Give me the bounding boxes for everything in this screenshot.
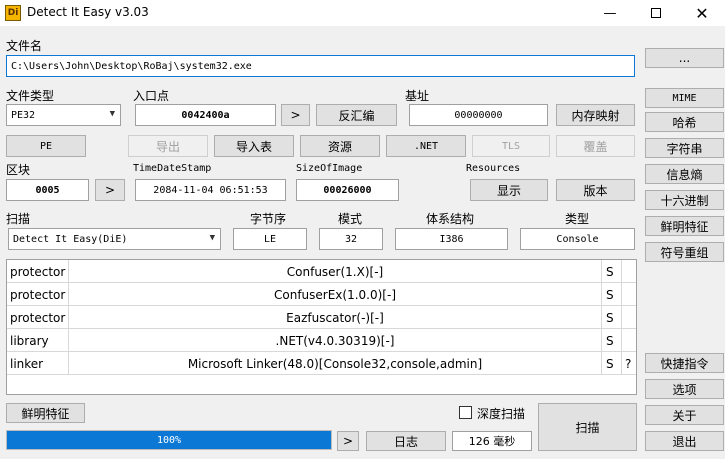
table-row[interactable]: library .NET(v4.0.30319)[-] S <box>7 329 636 352</box>
scan-time-field: 126 毫秒 <box>452 431 532 451</box>
mode-field[interactable]: 32 <box>319 228 383 250</box>
result-signature-flag[interactable]: S <box>602 283 622 306</box>
about-button[interactable]: 关于 <box>645 405 724 425</box>
shortcuts-button[interactable]: 快捷指令 <box>645 353 724 373</box>
app-icon: Di <box>5 5 21 21</box>
result-name: ConfuserEx(1.0.0)[-] <box>69 283 602 306</box>
pe-button[interactable]: PE <box>6 135 86 157</box>
import-button[interactable]: 导入表 <box>214 135 294 157</box>
entropy-button[interactable]: 信息熵 <box>645 164 724 184</box>
result-info-flag[interactable]: ? <box>622 352 636 375</box>
result-signature-flag[interactable]: S <box>602 352 622 375</box>
exit-button[interactable]: 退出 <box>645 431 724 451</box>
sections-label: 区块 <box>6 163 31 177</box>
file-type-select[interactable]: PE32 ▼ <box>6 104 121 126</box>
scan-label: 扫描 <box>6 212 31 226</box>
hash-button[interactable]: 哈希 <box>645 112 724 132</box>
result-type: linker <box>7 352 69 375</box>
result-info-flag[interactable] <box>622 283 636 306</box>
result-info-flag[interactable] <box>622 329 636 352</box>
timestamp-label: TimeDateStamp <box>133 163 212 174</box>
results-table[interactable]: protector Confuser(1.X)[-] S protector C… <box>6 259 637 395</box>
close-icon[interactable]: ✕ <box>679 0 725 26</box>
log-button[interactable]: 日志 <box>366 431 446 451</box>
progress-next-button[interactable]: > <box>337 431 359 451</box>
endianness-label: 字节序 <box>250 212 287 226</box>
deep-scan-label: 深度扫描 <box>477 407 526 421</box>
table-row[interactable]: protector ConfuserEx(1.0.0)[-] S <box>7 283 636 306</box>
mode-label: 模式 <box>338 212 363 226</box>
sections-count-field[interactable]: 0005 <box>6 179 89 201</box>
type-label: 类型 <box>565 212 590 226</box>
result-info-flag[interactable] <box>622 260 636 283</box>
table-row[interactable]: protector Eazfuscator(-)[-] S <box>7 306 636 329</box>
file-type-label: 文件类型 <box>6 89 55 103</box>
progress-text: 100% <box>156 434 182 446</box>
signatures-button[interactable]: 鲜明特征 <box>645 216 724 236</box>
scan-progress-bar: 100% <box>6 430 332 450</box>
sections-go-button[interactable]: > <box>95 179 125 201</box>
result-name: .NET(v4.0.30319)[-] <box>69 329 602 352</box>
result-signature-flag[interactable]: S <box>602 329 622 352</box>
file-type-field[interactable]: Console <box>520 228 635 250</box>
export-button[interactable]: 导出 <box>128 135 208 157</box>
file-type-value: PE32 <box>11 109 36 121</box>
result-name: Eazfuscator(-)[-] <box>69 306 602 329</box>
base-address-field[interactable]: 00000000 <box>409 104 548 126</box>
deep-scan-checkbox[interactable] <box>459 406 472 419</box>
scan-engine-select[interactable]: Detect It Easy(DiE) ▼ <box>8 228 221 250</box>
resources-label: Resources <box>466 163 521 174</box>
endianness-field[interactable]: LE <box>233 228 307 250</box>
result-type: protector <box>7 306 69 329</box>
hex-button[interactable]: 十六进制 <box>645 190 724 210</box>
browse-button[interactable]: ... <box>645 48 724 68</box>
strings-button[interactable]: 字符串 <box>645 138 724 158</box>
base-address-label: 基址 <box>405 89 430 103</box>
scan-button[interactable]: 扫描 <box>538 403 637 451</box>
result-type: protector <box>7 283 69 306</box>
result-name: Microsoft Linker(48.0)[Console32,console… <box>69 352 602 375</box>
entry-point-field[interactable]: 0042400a <box>135 104 276 126</box>
result-type: protector <box>7 260 69 283</box>
minimize-icon[interactable]: — <box>587 0 633 26</box>
mime-button[interactable]: MIME <box>645 88 724 108</box>
entry-point-go-button[interactable]: > <box>281 104 310 126</box>
memory-map-button[interactable]: 内存映射 <box>556 104 635 126</box>
maximize-icon[interactable] <box>633 0 679 26</box>
entry-point-label: 入口点 <box>133 89 170 103</box>
resources-show-button[interactable]: 显示 <box>470 179 548 201</box>
size-of-image-field[interactable]: 00026000 <box>296 179 399 201</box>
timestamp-field[interactable]: 2084-11-04 06:51:53 <box>135 179 286 201</box>
result-type: library <box>7 329 69 352</box>
net-button[interactable]: .NET <box>386 135 466 157</box>
result-info-flag[interactable] <box>622 306 636 329</box>
options-button[interactable]: 选项 <box>645 379 724 399</box>
table-row[interactable]: protector Confuser(1.X)[-] S <box>7 260 636 283</box>
result-signature-flag[interactable]: S <box>602 260 622 283</box>
chevron-down-icon: ▼ <box>109 109 115 119</box>
resources-version-button[interactable]: 版本 <box>556 179 635 201</box>
chevron-down-icon: ▼ <box>209 233 215 243</box>
window-title: Detect It Easy v3.03 <box>27 5 149 19</box>
result-name: Confuser(1.X)[-] <box>69 260 602 283</box>
tls-button[interactable]: TLS <box>472 135 550 157</box>
disassemble-button[interactable]: 反汇编 <box>316 104 397 126</box>
demangle-button[interactable]: 符号重组 <box>645 242 724 262</box>
table-row[interactable]: linker Microsoft Linker(48.0)[Console32,… <box>7 352 636 375</box>
resources-button[interactable]: 资源 <box>300 135 380 157</box>
bottom-signatures-button[interactable]: 鲜明特征 <box>6 403 85 423</box>
architecture-field[interactable]: I386 <box>395 228 508 250</box>
size-of-image-label: SizeOfImage <box>296 163 363 174</box>
scan-engine-value: Detect It Easy(DiE) <box>13 233 128 245</box>
architecture-label: 体系结构 <box>426 212 475 226</box>
file-path-input[interactable]: C:\Users\John\Desktop\RoBaj\system32.exe <box>6 55 635 77</box>
result-signature-flag[interactable]: S <box>602 306 622 329</box>
overlay-button[interactable]: 覆盖 <box>556 135 635 157</box>
file-name-label: 文件名 <box>6 39 43 53</box>
